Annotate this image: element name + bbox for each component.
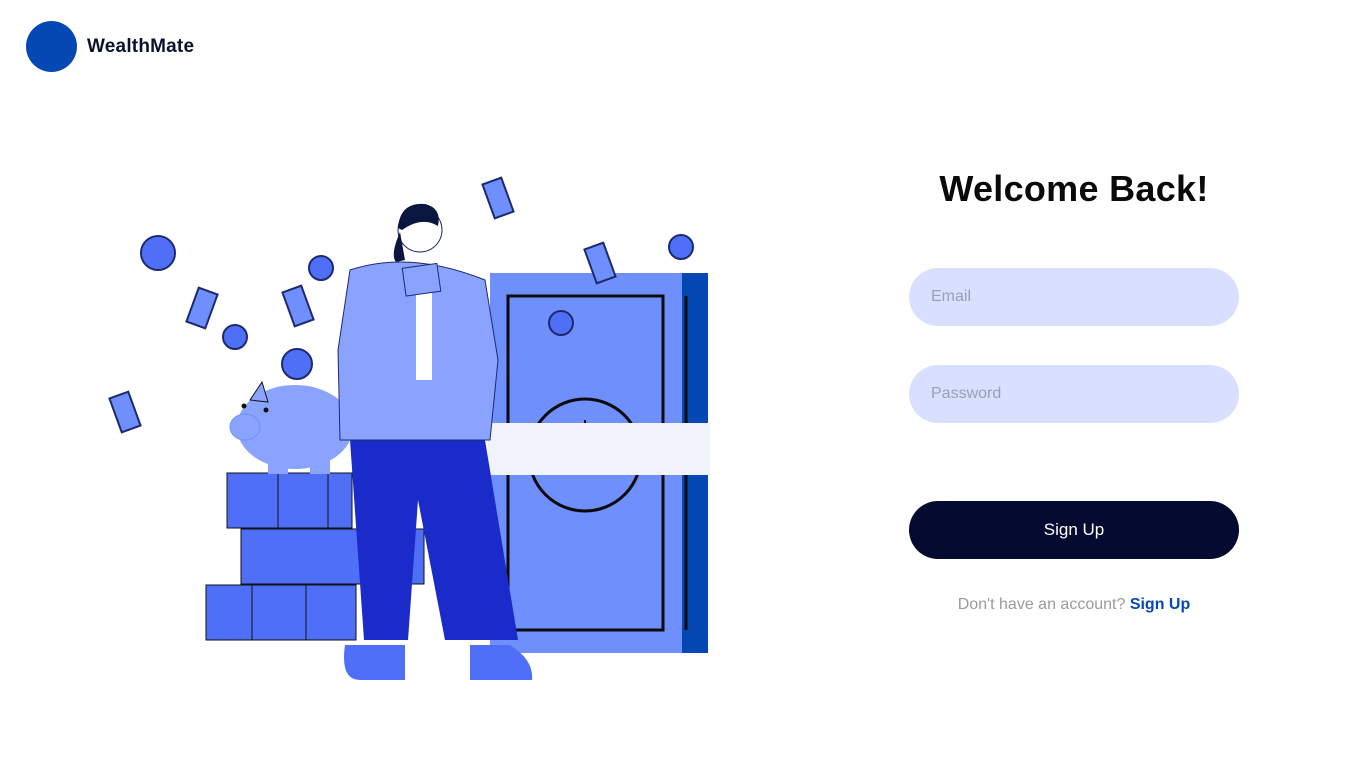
- password-field[interactable]: [909, 365, 1239, 423]
- brand-name: WealthMate: [87, 35, 195, 57]
- signup-link[interactable]: Sign Up: [1130, 596, 1190, 613]
- page-title: Welcome Back!: [939, 168, 1209, 209]
- email-field[interactable]: [909, 268, 1239, 326]
- finance-illustration-icon: [108, 176, 710, 680]
- hero-illustration: [100, 170, 720, 690]
- signup-prompt-text: Don't have an account?: [957, 596, 1126, 613]
- brand-logo-icon: [26, 21, 77, 72]
- signup-prompt: Don't have an account? Sign Up: [909, 596, 1239, 614]
- brand: WealthMate: [26, 21, 194, 72]
- submit-button[interactable]: Sign Up: [909, 501, 1239, 559]
